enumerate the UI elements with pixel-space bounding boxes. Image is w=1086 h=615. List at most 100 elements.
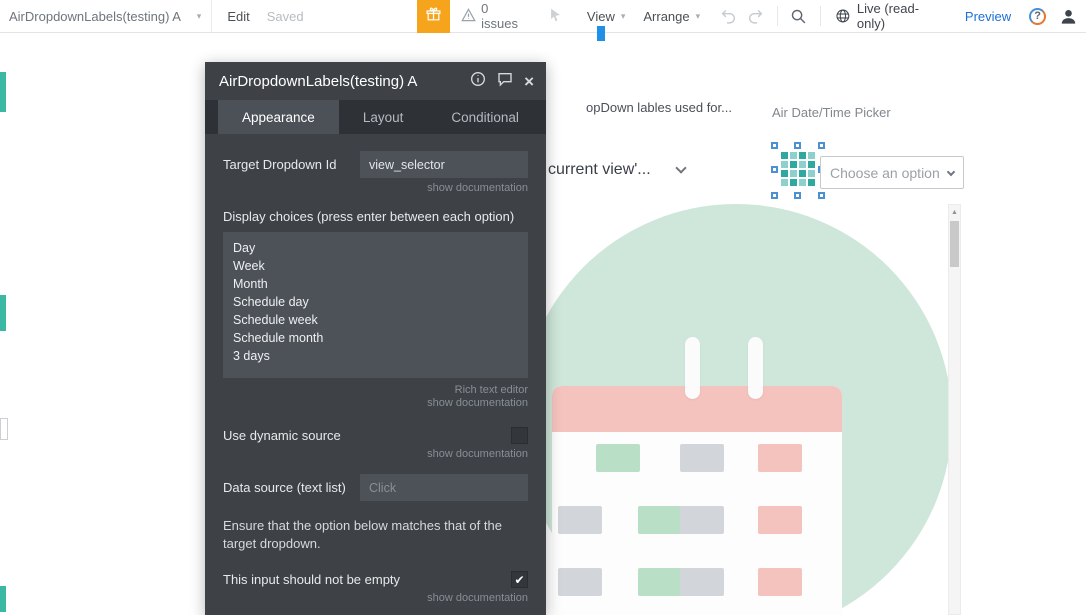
choose-option-text: Choose an option	[830, 165, 940, 181]
selected-dropdown-labels-element[interactable]	[775, 146, 821, 195]
selection-handle[interactable]	[794, 142, 801, 149]
selection-handle[interactable]	[771, 192, 778, 199]
pointer-tool-button[interactable]	[548, 7, 563, 26]
undo-button[interactable]	[720, 8, 738, 25]
chevron-down-icon: ▾	[696, 11, 701, 22]
calendar-cell	[680, 444, 724, 472]
target-dropdown-id-label: Target Dropdown Id	[223, 157, 336, 172]
display-choices-editor[interactable]: Day Week Month Schedule day Schedule wee…	[223, 232, 528, 378]
globe-icon	[835, 8, 851, 24]
view-menu-label: View	[587, 9, 615, 24]
scrollbar-up-arrow-icon[interactable]: ▲	[949, 205, 960, 219]
calendar-cell	[638, 506, 682, 534]
selection-handle[interactable]	[794, 192, 801, 199]
rich-text-editor-hint: Rich text editor	[223, 384, 528, 396]
info-icon[interactable]	[470, 71, 486, 92]
show-documentation-link[interactable]: show documentation	[223, 397, 528, 409]
tab-appearance[interactable]: Appearance	[218, 100, 339, 134]
calendar-cell	[558, 568, 602, 596]
view-menu[interactable]: View ▾	[587, 9, 625, 24]
view-selector-dropdown[interactable]: current view'...	[548, 161, 685, 179]
calendar-cell	[680, 506, 724, 534]
calendar-cell	[638, 568, 682, 596]
calendar-cell	[558, 506, 602, 534]
chevron-down-icon: ▾	[621, 11, 626, 22]
calendar-cell	[758, 506, 802, 534]
property-editor-title: AirDropdownLabels(testing) A	[219, 73, 417, 90]
tab-layout[interactable]: Layout	[339, 100, 428, 134]
gift-button[interactable]	[417, 0, 451, 33]
view-selector-text: current view'...	[548, 161, 651, 179]
not-empty-label: This input should not be empty	[223, 572, 400, 587]
choose-option-dropdown[interactable]: Choose an option	[820, 156, 964, 189]
undo-icon	[720, 8, 738, 25]
close-icon[interactable]: ×	[524, 73, 534, 90]
target-dropdown-id-input[interactable]	[360, 151, 528, 178]
datetime-picker-label[interactable]: Air Date/Time Picker	[772, 105, 891, 120]
canvas-top-marker[interactable]	[597, 26, 605, 41]
not-empty-checkbox[interactable]: ✔	[511, 571, 528, 588]
show-documentation-link[interactable]: show documentation	[223, 592, 528, 604]
arrange-menu[interactable]: Arrange ▾	[643, 9, 700, 24]
chevron-down-icon: ▾	[197, 11, 202, 22]
hidden-element-marker[interactable]	[0, 295, 6, 331]
element-picker-dropdown[interactable]: AirDropdownLabels(testing) A ▾	[0, 0, 212, 32]
arrange-menu-label: Arrange	[643, 9, 689, 24]
scrollbar-thumb[interactable]	[950, 221, 959, 267]
top-toolbar: AirDropdownLabels(testing) A ▾ Edit Save…	[0, 0, 1086, 33]
dropdown-labels-element-icon	[780, 151, 816, 195]
checkmark-icon: ✔	[514, 573, 524, 587]
chevron-down-icon	[675, 162, 686, 173]
use-dynamic-source-checkbox[interactable]	[511, 427, 528, 444]
canvas-scrollbar[interactable]: ▲	[948, 204, 961, 615]
selection-handle[interactable]	[818, 142, 825, 149]
matching-option-note: Ensure that the option below matches tha…	[223, 517, 528, 553]
canvas-text-element[interactable]: opDown lables used for...	[586, 100, 732, 115]
selection-handle[interactable]	[771, 166, 778, 173]
selection-handle[interactable]	[771, 142, 778, 149]
edge-element-marker[interactable]	[0, 418, 8, 440]
selection-handle[interactable]	[818, 192, 825, 199]
calendar-ring	[748, 337, 763, 399]
search-button[interactable]	[790, 8, 807, 25]
show-documentation-link[interactable]: show documentation	[223, 448, 528, 460]
comment-icon[interactable]	[497, 71, 513, 92]
redo-icon	[746, 8, 764, 25]
gift-icon	[425, 6, 442, 26]
live-mode-label: Live (read-only)	[857, 1, 946, 31]
display-choices-label: Display choices (press enter between eac…	[223, 209, 528, 224]
calendar-cell	[758, 444, 802, 472]
property-editor-tabs: Appearance Layout Conditional	[205, 100, 546, 134]
property-editor-dialog: AirDropdownLabels(testing) A × Appearanc…	[205, 62, 546, 615]
element-picker-label: AirDropdownLabels(testing) A	[9, 9, 181, 24]
hidden-element-marker[interactable]	[0, 72, 6, 112]
calendar-cell	[758, 568, 802, 596]
redo-button[interactable]	[746, 8, 764, 25]
search-icon	[790, 8, 807, 25]
toolbar-divider	[820, 6, 821, 26]
hidden-element-marker[interactable]	[0, 586, 6, 612]
edit-menu[interactable]: Edit	[227, 9, 249, 24]
calendar-cell	[596, 444, 640, 472]
use-dynamic-source-label: Use dynamic source	[223, 428, 341, 443]
property-editor-header[interactable]: AirDropdownLabels(testing) A ×	[205, 62, 546, 100]
help-icon[interactable]: ?	[1029, 8, 1046, 25]
data-source-input[interactable]	[360, 474, 528, 501]
data-source-label: Data source (text list)	[223, 480, 346, 495]
issues-indicator[interactable]: 0 issues	[461, 1, 528, 31]
chevron-down-icon	[947, 167, 955, 175]
warning-icon	[461, 8, 476, 25]
calendar-cell	[680, 568, 724, 596]
preview-button[interactable]: Preview	[965, 9, 1011, 24]
calendar-illustration-card	[552, 386, 842, 615]
calendar-ring	[685, 337, 700, 399]
user-account-button[interactable]	[1059, 7, 1078, 26]
live-mode-indicator[interactable]: Live (read-only)	[835, 1, 946, 31]
issues-count: 0 issues	[481, 1, 528, 31]
saved-status: Saved	[267, 9, 304, 24]
user-icon	[1059, 7, 1078, 26]
show-documentation-link[interactable]: show documentation	[223, 182, 528, 194]
toolbar-divider	[777, 6, 778, 26]
tab-conditional[interactable]: Conditional	[427, 100, 543, 134]
cursor-icon	[548, 7, 563, 26]
